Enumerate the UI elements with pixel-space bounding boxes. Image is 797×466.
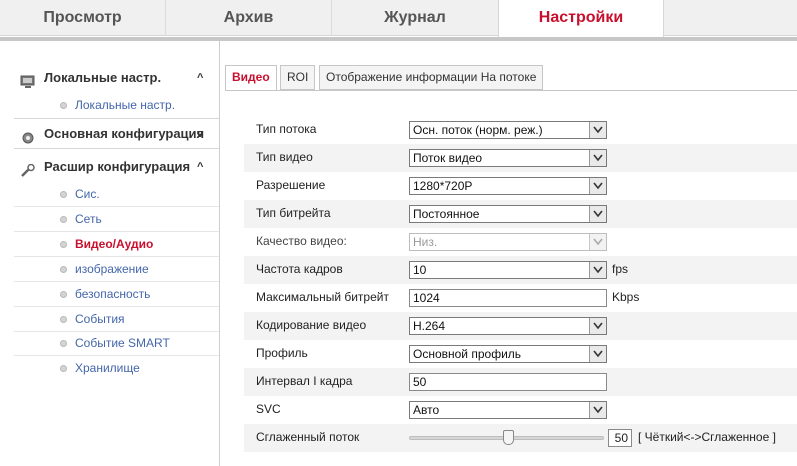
profile-select[interactable]: Основной профиль xyxy=(409,345,607,363)
dropdown-arrow-icon xyxy=(589,234,606,250)
i-frame-interval-label: Интервал I кадра xyxy=(256,374,353,388)
frame-rate-select[interactable]: 10 xyxy=(409,261,607,279)
divider xyxy=(14,118,219,119)
max-bitrate-unit: Kbps xyxy=(612,290,640,304)
dropdown-arrow-icon xyxy=(589,262,606,278)
smoothing-hint: [ Чёткий<->Сглаженное ] xyxy=(638,430,776,444)
tab-roi[interactable]: ROI xyxy=(280,65,316,90)
smoothing-value-input[interactable]: 50 xyxy=(608,429,632,447)
sidebar-item-smart-event[interactable]: Событие SMART xyxy=(14,331,219,356)
sidebar-item-security[interactable]: безопасность xyxy=(14,282,219,307)
sidebar-section-label: Основная конфигурация xyxy=(44,126,205,141)
sidebar-item-local-settings[interactable]: Локальные настр. xyxy=(14,93,219,118)
frame-rate-unit: fps xyxy=(612,262,629,276)
nav-tab-log[interactable]: Журнал xyxy=(332,0,498,36)
row-svc: SVC Авто xyxy=(244,396,797,424)
video-quality-label: Качество видео: xyxy=(256,234,347,248)
video-quality-select: Низ. xyxy=(409,233,607,251)
sidebar-item-video-audio[interactable]: Видео/Аудио xyxy=(14,232,219,257)
bitrate-type-select[interactable]: Постоянное xyxy=(409,205,607,223)
sidebar-section-basic-config[interactable]: Основная конфигурация v xyxy=(14,120,219,148)
i-frame-interval-input[interactable]: 50 xyxy=(409,373,607,391)
bullet-icon xyxy=(60,241,67,248)
max-bitrate-input[interactable]: 1024 xyxy=(409,289,607,307)
chevron-down-icon[interactable]: v xyxy=(197,120,203,148)
bullet-icon xyxy=(60,316,67,323)
sidebar-section-local[interactable]: Локальные настр. ^ xyxy=(14,64,219,92)
svc-label: SVC xyxy=(256,402,281,416)
sidebar-section-advanced-config[interactable]: Расшир конфигурация ^ xyxy=(14,153,219,181)
row-frame-rate: Частота кадров 10 fps xyxy=(244,256,797,284)
row-video-type: Тип видео Поток видео xyxy=(244,144,797,172)
bullet-icon xyxy=(60,191,67,198)
dropdown-arrow-icon xyxy=(589,318,606,334)
tab-osd-on-stream[interactable]: Отображение информации На потоке xyxy=(319,65,544,90)
row-smoothing: Сглаженный поток 50 [ Чёткий<->Сглаженно… xyxy=(244,424,797,452)
max-bitrate-label: Максимальный битрейт xyxy=(256,290,389,304)
sidebar-item-network[interactable]: Сеть xyxy=(14,207,219,232)
resolution-label: Разрешение xyxy=(256,178,326,192)
row-bitrate-type: Тип битрейта Постоянное xyxy=(244,200,797,228)
bullet-icon xyxy=(60,102,67,109)
sidebar-item-image[interactable]: изображение xyxy=(14,257,219,282)
row-video-encoding: Кодирование видео H.264 xyxy=(244,312,797,340)
sidebar-section-label: Расшир конфигурация xyxy=(44,159,191,174)
frame-rate-label: Частота кадров xyxy=(256,262,343,276)
divider xyxy=(14,148,219,149)
bullet-icon xyxy=(60,266,67,273)
chevron-up-icon[interactable]: ^ xyxy=(197,64,203,92)
tab-divider xyxy=(225,90,797,91)
row-max-bitrate: Максимальный битрейт 1024 Kbps xyxy=(244,284,797,312)
wrench-icon xyxy=(20,160,36,177)
svc-select[interactable]: Авто xyxy=(409,401,607,419)
profile-label: Профиль xyxy=(256,346,308,360)
monitor-icon xyxy=(20,71,36,88)
bullet-icon xyxy=(60,216,67,223)
video-encoding-label: Кодирование видео xyxy=(256,318,367,332)
sidebar-item-system[interactable]: Сис. xyxy=(14,182,219,207)
nav-tab-playback[interactable]: Архив xyxy=(166,0,332,36)
tab-video[interactable]: Видео xyxy=(225,65,277,91)
video-type-label: Тип видео xyxy=(256,150,313,164)
video-type-select[interactable]: Поток видео xyxy=(409,149,607,167)
video-encoding-select[interactable]: H.264 xyxy=(409,317,607,335)
sidebar-item-storage[interactable]: Хранилище xyxy=(14,356,219,381)
nav-tab-configuration[interactable]: Настройки xyxy=(498,0,664,37)
chevron-up-icon[interactable]: ^ xyxy=(197,153,203,181)
stream-type-select[interactable]: Осн. поток (норм. реж.) xyxy=(409,121,607,139)
stream-type-label: Тип потока xyxy=(256,122,317,136)
sidebar-section-label: Локальные настр. xyxy=(44,70,162,85)
bullet-icon xyxy=(60,365,67,372)
dropdown-arrow-icon xyxy=(589,206,606,222)
sidebar-item-events[interactable]: События xyxy=(14,307,219,332)
bitrate-type-label: Тип битрейта xyxy=(256,206,331,220)
dropdown-arrow-icon xyxy=(589,178,606,194)
nav-tab-live-view[interactable]: Просмотр xyxy=(0,0,166,36)
row-stream-type: Тип потока Осн. поток (норм. реж.) xyxy=(244,116,797,144)
dropdown-arrow-icon xyxy=(589,122,606,138)
smoothing-label: Сглаженный поток xyxy=(256,430,360,444)
dropdown-arrow-icon xyxy=(589,402,606,418)
resolution-select[interactable]: 1280*720P xyxy=(409,177,607,195)
bullet-icon xyxy=(60,291,67,298)
dropdown-arrow-icon xyxy=(589,346,606,362)
top-navigation: Просмотр Архив Журнал Настройки xyxy=(0,0,797,37)
dropdown-arrow-icon xyxy=(589,150,606,166)
gear-icon xyxy=(20,127,36,144)
row-i-frame-interval: Интервал I кадра 50 xyxy=(244,368,797,396)
smoothing-slider-thumb[interactable] xyxy=(503,430,514,445)
row-resolution: Разрешение 1280*720P xyxy=(244,172,797,200)
row-profile: Профиль Основной профиль xyxy=(244,340,797,368)
bullet-icon xyxy=(60,340,67,347)
row-video-quality: Качество видео: Низ. xyxy=(244,228,797,256)
